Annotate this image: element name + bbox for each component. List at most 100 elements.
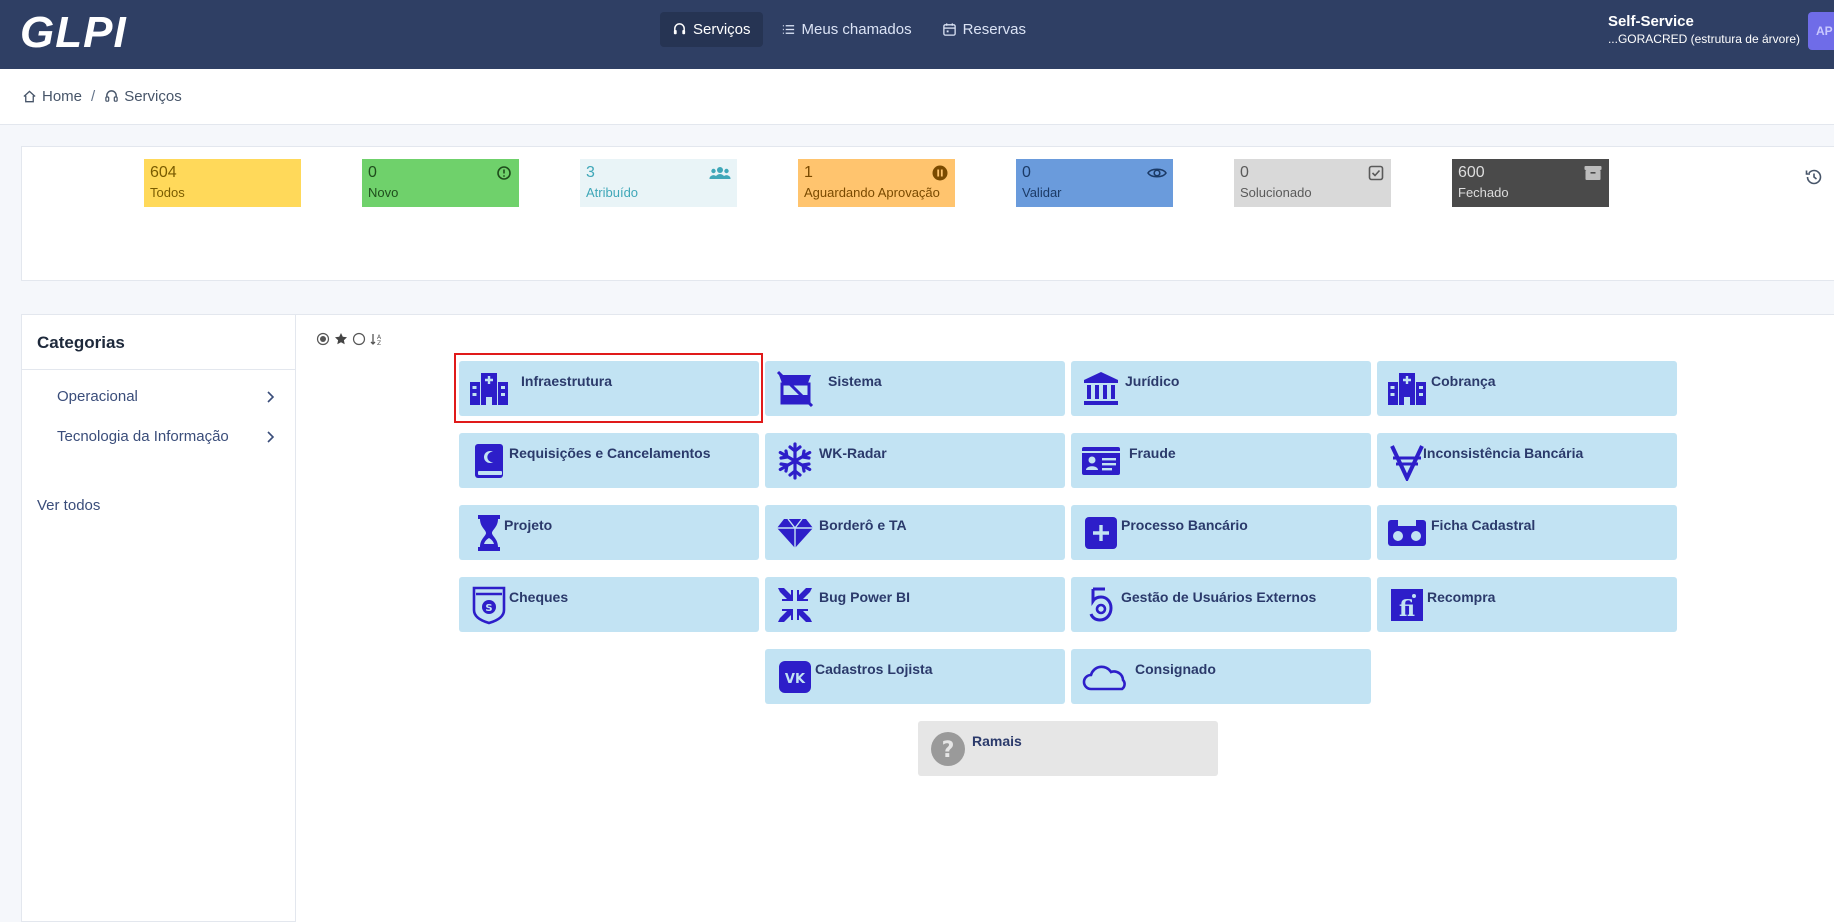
categories-sidebar: Categorias Operacional Tecnologia da Inf… (21, 314, 296, 922)
service-tile-recompra[interactable]: fi Recompra (1377, 577, 1677, 632)
tile-label: Processo Bancário (1121, 517, 1248, 533)
eye-icon (1147, 168, 1167, 178)
tile-label: Ficha Cadastral (1431, 517, 1536, 533)
nav-servicos[interactable]: Serviços (660, 12, 763, 47)
coin-shield-icon: S (472, 586, 506, 625)
history-icon[interactable] (1804, 167, 1824, 187)
breadcrumb-separator: / (91, 88, 96, 105)
tile-label: Recompra (1427, 589, 1496, 605)
viacoin-icon (1390, 445, 1424, 481)
stat-label: Todos (150, 185, 185, 200)
tile-label: Cadastros Lojista (815, 661, 933, 677)
plus-square-icon (1085, 517, 1117, 549)
stat-atribuido[interactable]: 3 Atribuído (580, 159, 737, 207)
tile-label: Consignado (1135, 661, 1216, 677)
service-tile-requisicoes[interactable]: Requisições e Cancelamentos (459, 433, 759, 488)
stat-novo[interactable]: 0 Novo (362, 159, 519, 207)
radio-icon[interactable] (352, 332, 366, 346)
tile-label: Gestão de Usuários Externos (1121, 589, 1317, 605)
categories-title: Categorias (37, 333, 125, 352)
star-icon[interactable] (334, 332, 348, 346)
chevron-right-icon (267, 431, 275, 443)
breadcrumb-home-label: Home (42, 88, 83, 105)
calendar-icon (942, 23, 956, 36)
tile-label: Cheques (509, 589, 569, 605)
service-tile-fraude[interactable]: Fraude (1071, 433, 1371, 488)
pause-circle-icon (932, 165, 948, 181)
svg-text:?: ? (942, 738, 955, 763)
profile-info[interactable]: Self-Service ...GORACRED (estrutura de á… (1608, 13, 1800, 46)
snowflake-icon (778, 442, 812, 480)
tile-label: Borderô e TA (819, 517, 907, 533)
service-tile-cheques[interactable]: S Cheques (459, 577, 759, 632)
id-card-icon (1082, 447, 1120, 475)
ticket-stats-panel: 604 Todos 0 Novo 3 Atribuído 1 Aguardand… (21, 146, 1834, 281)
stat-value: 1 (804, 164, 813, 181)
cloud-icon (1082, 665, 1126, 691)
service-tile-bug-power-bi[interactable]: Bug Power BI (765, 577, 1065, 632)
headset-icon (673, 23, 686, 35)
category-label: Operacional (57, 388, 138, 405)
nav-meus-chamados[interactable]: Meus chamados (769, 12, 924, 47)
service-tile-processo-bancario[interactable]: Processo Bancário (1071, 505, 1371, 560)
breadcrumb-servicos[interactable]: Serviços (104, 88, 182, 105)
tile-label: Bug Power BI (819, 589, 911, 605)
gem-icon (777, 518, 813, 548)
stat-todos[interactable]: 604 Todos (144, 159, 301, 207)
stat-aguardando-aprovacao[interactable]: 1 Aguardando Aprovação (798, 159, 955, 207)
glpi-logo[interactable]: GLPI (20, 8, 127, 58)
category-operacional[interactable]: Operacional (57, 388, 277, 405)
svg-text:S: S (485, 603, 492, 614)
service-tile-ficha-cadastral[interactable]: Ficha Cadastral (1377, 505, 1677, 560)
sort-alpha-icon[interactable]: AZ (370, 332, 384, 346)
tile-label: WK-Radar (819, 445, 887, 461)
main-nav: Serviços Meus chamados Reservas (660, 12, 1038, 47)
vk-icon: VK (779, 661, 811, 693)
service-tile-juridico[interactable]: Jurídico (1071, 361, 1371, 416)
service-tile-inconsistencia[interactable]: Inconsistência Bancária (1377, 433, 1677, 488)
radio-selected-icon[interactable] (316, 332, 330, 346)
stat-value: 0 (368, 164, 377, 181)
stat-label: Validar (1022, 185, 1062, 200)
see-all-link[interactable]: Ver todos (37, 497, 100, 514)
divider (22, 369, 295, 370)
alert-circle-icon (497, 166, 511, 180)
tile-label: Inconsistência Bancária (1423, 445, 1584, 461)
stat-fechado[interactable]: 600 Fechado (1452, 159, 1609, 207)
stat-label: Novo (368, 185, 399, 200)
compress-arrows-icon (778, 588, 812, 622)
service-tile-consignado[interactable]: Consignado (1071, 649, 1371, 704)
service-tile-gestao-usuarios[interactable]: Gestão de Usuários Externos (1071, 577, 1371, 632)
highlight-box (454, 353, 763, 423)
avatar[interactable]: AP (1808, 12, 1834, 50)
view-toolbar: AZ (316, 332, 384, 346)
tile-label: Ramais (972, 733, 1022, 749)
stat-validar[interactable]: 0 Validar (1016, 159, 1173, 207)
breadcrumb: Home / Serviços (0, 69, 1834, 125)
service-tile-cadastros-lojista[interactable]: VK Cadastros Lojista (765, 649, 1065, 704)
svg-text:fi: fi (1399, 596, 1415, 622)
service-tile-wk-radar[interactable]: WK-Radar (765, 433, 1065, 488)
breadcrumb-home[interactable]: Home (22, 88, 82, 105)
archive-icon (1584, 166, 1602, 180)
check-square-icon (1368, 165, 1384, 181)
tile-label: Requisições e Cancelamentos (509, 445, 711, 461)
hourglass-icon (478, 515, 500, 551)
service-tile-cobranca[interactable]: Cobrança (1377, 361, 1677, 416)
service-tile-sistema[interactable]: Sistema (765, 361, 1065, 416)
nav-reservas[interactable]: Reservas (930, 12, 1038, 47)
stat-value: 604 (150, 164, 177, 181)
tile-label: Fraude (1129, 445, 1176, 461)
home-icon (23, 90, 36, 103)
tile-label: Cobrança (1431, 373, 1496, 389)
breadcrumb-current-label: Serviços (124, 88, 182, 105)
category-tecnologia[interactable]: Tecnologia da Informação (57, 428, 277, 445)
stat-solucionado[interactable]: 0 Solucionado (1234, 159, 1391, 207)
service-tile-projeto[interactable]: Projeto (459, 505, 759, 560)
service-tile-bordero[interactable]: Borderô e TA (765, 505, 1065, 560)
service-tile-ramais[interactable]: ? Ramais (918, 721, 1218, 776)
category-label: Tecnologia da Informação (57, 428, 229, 445)
quran-book-icon (475, 444, 503, 478)
nav-label: Meus chamados (801, 21, 912, 38)
chevron-right-icon (267, 391, 275, 403)
